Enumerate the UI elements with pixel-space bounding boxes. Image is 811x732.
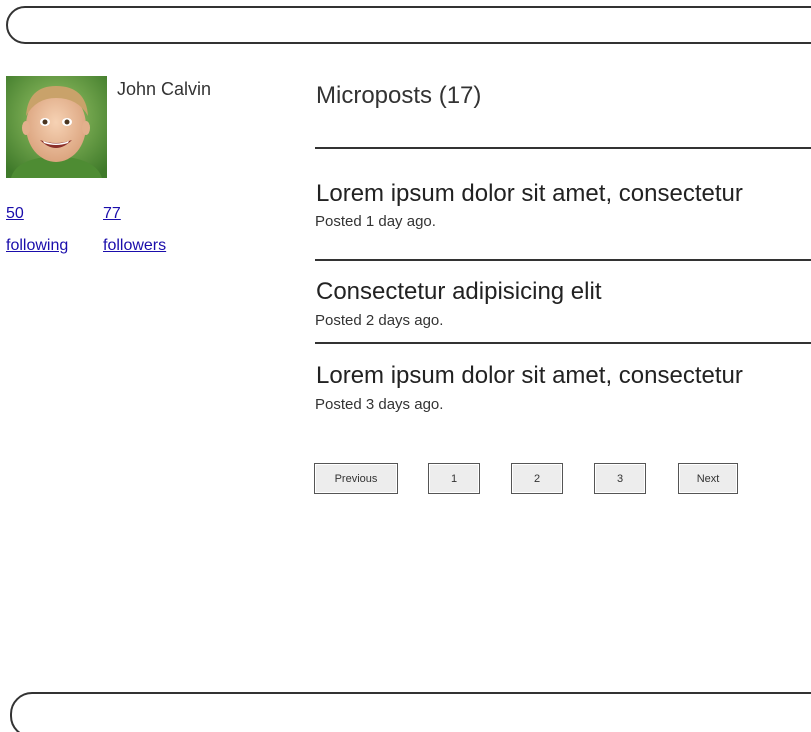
divider — [315, 342, 811, 344]
followers-label-link[interactable]: followers — [103, 237, 166, 255]
previous-page-button[interactable]: Previous — [314, 463, 398, 494]
followers-count-link[interactable]: 77 — [103, 205, 121, 223]
header-bar — [6, 6, 811, 44]
page-3-button[interactable]: 3 — [594, 463, 646, 494]
divider — [315, 259, 811, 261]
next-page-button[interactable]: Next — [678, 463, 738, 494]
avatar-image — [6, 76, 107, 178]
post-content: Lorem ipsum dolor sit amet, consectetur — [316, 362, 743, 389]
avatar[interactable] — [6, 76, 107, 178]
footer-bar — [10, 692, 811, 732]
page-1-button[interactable]: 1 — [428, 463, 480, 494]
divider — [315, 147, 811, 149]
post-timestamp: Posted 2 days ago. — [315, 312, 444, 329]
following-count-link[interactable]: 50 — [6, 205, 24, 223]
post-content: Lorem ipsum dolor sit amet, consectetur — [316, 180, 743, 207]
user-name: John Calvin — [117, 79, 212, 99]
feed-title: Microposts (17) — [316, 82, 482, 109]
page: John Calvin 50 77 following followers Mi… — [0, 0, 811, 732]
post-timestamp: Posted 1 day ago. — [315, 213, 436, 230]
page-2-button[interactable]: 2 — [511, 463, 563, 494]
post-timestamp: Posted 3 days ago. — [315, 396, 444, 413]
following-label-link[interactable]: following — [6, 237, 68, 255]
post-content: Consectetur adipisicing elit — [316, 278, 602, 305]
